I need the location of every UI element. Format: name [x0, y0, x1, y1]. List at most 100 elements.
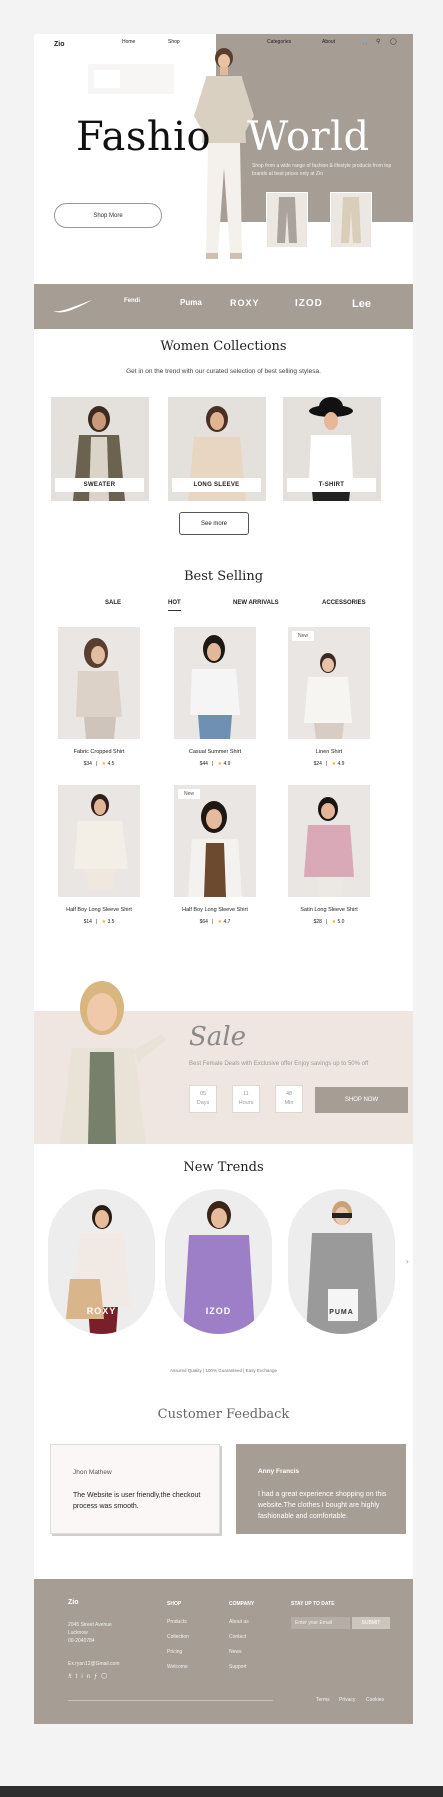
product-rating: 4.7	[223, 919, 231, 925]
twitter-icon[interactable]: 𝔛	[68, 1674, 76, 1680]
product-price: $14	[83, 919, 92, 925]
product-card[interactable]: Half Boy Long Sleeve Shirt $14 | ★ 3.5	[54, 785, 144, 935]
footer-link[interactable]: Welcome	[167, 1664, 188, 1670]
thumb-floral-pants[interactable]	[266, 192, 308, 248]
footer-logo[interactable]: Zio	[68, 1599, 79, 1606]
product-card[interactable]: Satin Long Sleeve Shirt $28 | ★ 5.0	[284, 785, 374, 935]
countdown-unit: Min	[284, 1100, 294, 1106]
see-more-button[interactable]: See more	[179, 512, 249, 535]
star-icon: ★	[217, 919, 223, 925]
sale-model-image	[60, 981, 166, 1144]
thumb-denim-pants[interactable]	[330, 192, 372, 248]
countdown-unit: Hours	[238, 1100, 254, 1106]
legal-terms[interactable]: Terms	[316, 1697, 330, 1703]
collection-label-sweater: SWEATER	[55, 478, 144, 492]
quality-note: Assured Quality | 100% Guaranteed | Easy…	[170, 1368, 277, 1373]
nike-logo-icon[interactable]	[50, 298, 94, 314]
product-rating: 4.5	[107, 761, 115, 767]
shop-more-button[interactable]: Shop More	[54, 203, 162, 228]
footer-link[interactable]: Contact	[229, 1634, 246, 1640]
product-price: $28	[313, 919, 322, 925]
hero-promo-box	[88, 64, 174, 94]
footer-stay-title: STAY UP TO DATE	[291, 1601, 335, 1607]
brand-lee[interactable]: Lee	[352, 298, 371, 310]
nav-categories[interactable]: Categories	[267, 39, 291, 45]
footer-email[interactable]: Ex.ryan12@Gmail.com	[68, 1661, 119, 1667]
sale-description: Best Female Deals with Exclusive offer E…	[189, 1061, 369, 1067]
submit-button[interactable]: SUBMIT	[352, 1617, 390, 1629]
brand-roxy[interactable]: ROXY	[230, 298, 260, 308]
chevron-right-icon[interactable]: ›	[406, 1257, 409, 1266]
tab-hot[interactable]: HOT	[168, 600, 181, 611]
star-icon: ★	[331, 761, 337, 767]
product-card[interactable]: New Linen Shirt $24 | ★ 4.9	[284, 627, 374, 777]
email-input[interactable]: Enter your Email	[291, 1617, 350, 1629]
product-name: Casual Summer Shirt	[188, 749, 242, 755]
product-price: $64	[199, 919, 208, 925]
footer-link[interactable]: Collection	[167, 1634, 189, 1640]
product-card[interactable]: Casual Summer Shirt $44 | ★ 4.9	[170, 627, 260, 777]
new-badge: New	[178, 789, 201, 799]
footer-link[interactable]: Pricing	[167, 1649, 182, 1655]
legal-privacy[interactable]: Privacy	[339, 1697, 355, 1703]
site-logo[interactable]: Zio	[54, 41, 65, 48]
instagram-icon[interactable]: ◯	[101, 1674, 111, 1680]
legal-cookies[interactable]: Cookies	[366, 1697, 384, 1703]
product-image	[58, 627, 140, 739]
collections-title: Women Collections	[160, 339, 287, 354]
collection-label-long-sleeve: LONG SLEEVE	[172, 478, 261, 492]
product-price: $24	[313, 761, 322, 767]
tab-sale[interactable]: SALE	[105, 600, 121, 606]
feedback-title: Customer Feedback	[157, 1407, 290, 1422]
footer-link[interactable]: Support	[229, 1664, 247, 1670]
countdown-value: 11	[243, 1091, 249, 1097]
nav-shop[interactable]: Shop	[168, 39, 180, 45]
collection-card-tshirt[interactable]: T-SHIRT	[283, 397, 381, 501]
hero-title-right: World	[247, 114, 370, 160]
footer-link[interactable]: About us	[229, 1619, 249, 1625]
hero-title: Fashio World	[76, 114, 370, 160]
tab-accessories[interactable]: ACCESSORIES	[322, 600, 366, 606]
footer-address-line: Lucknow	[68, 1630, 88, 1636]
collection-label-tshirt: T-SHIRT	[287, 478, 376, 492]
trend-card-puma[interactable]: PUMA	[288, 1189, 395, 1334]
shop-now-button[interactable]: SHOP NOW	[315, 1087, 408, 1113]
hero-promo-inner	[94, 70, 120, 88]
product-card[interactable]: Fabric Cropped Shirt $34 | ★ 4.5	[54, 627, 144, 777]
footer-shop-title: SHOP	[167, 1601, 182, 1607]
trend-card-roxy[interactable]: ROXY	[48, 1189, 155, 1334]
product-card[interactable]: New Half Boy Long Sleeve Shirt $64 | ★ 4…	[170, 785, 260, 935]
brand-izod[interactable]: IZOD	[295, 298, 323, 309]
product-meta: $28 | ★ 5.0	[313, 919, 345, 925]
star-icon: ★	[217, 761, 223, 767]
countdown-value: 48	[285, 1091, 293, 1097]
footer-link[interactable]: Products	[167, 1619, 187, 1625]
user-icon[interactable]: ◯	[390, 38, 397, 45]
sale-title: Sale	[189, 1022, 247, 1052]
search-icon[interactable]: ⚲	[376, 38, 380, 45]
footer-link[interactable]: News	[229, 1649, 242, 1655]
collection-card-long-sleeve[interactable]: LONG SLEEVE	[168, 397, 266, 501]
linkedin-icon[interactable]: in	[81, 1674, 94, 1680]
hero-description: Shop from a wide range of fashion & life…	[252, 163, 392, 177]
countdown-hours: 11 Hours	[232, 1085, 260, 1113]
brand-fendi[interactable]: Fendi	[124, 298, 140, 304]
product-image	[288, 785, 370, 897]
collection-card-sweater[interactable]: SWEATER	[51, 397, 149, 501]
denim-pants-image	[341, 197, 361, 243]
best-selling-tabs: SALE HOT NEW ARRIVALS ACCESSORIES	[34, 600, 413, 614]
feedback-name: Jhon Mathew	[73, 1469, 112, 1476]
best-selling-title: Best Selling	[183, 569, 264, 584]
product-name: Fabric Cropped Shirt	[73, 749, 125, 755]
cart-icon[interactable]: 🛒	[362, 38, 369, 45]
feedback-card: Jhon Mathew The Website is user friendly…	[50, 1444, 220, 1534]
footer-address-line: 2045 Street Avenue	[68, 1622, 112, 1628]
star-icon: ★	[331, 919, 337, 925]
nav-about[interactable]: About	[322, 39, 335, 45]
countdown-days: 05 Days	[189, 1085, 217, 1113]
tab-new-arrivals[interactable]: NEW ARRIVALS	[233, 600, 279, 606]
brand-puma[interactable]: Puma	[180, 298, 202, 307]
trend-card-izod[interactable]: IZOD	[165, 1189, 272, 1334]
countdown-value: 05	[199, 1091, 207, 1097]
nav-home[interactable]: Home	[122, 39, 135, 45]
